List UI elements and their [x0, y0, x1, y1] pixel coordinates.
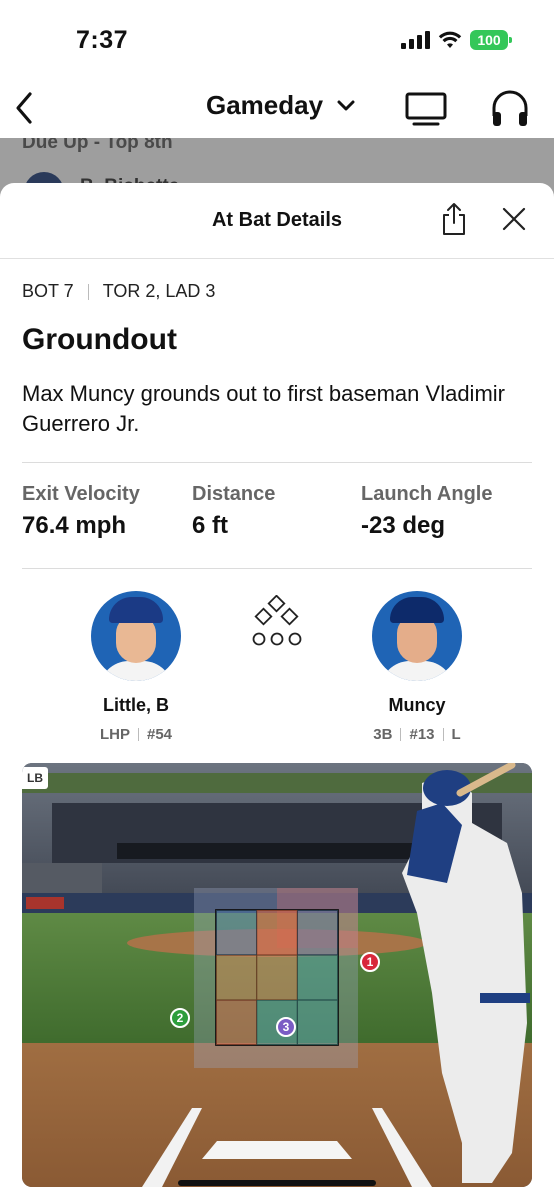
pitch-marker[interactable]: 3 [276, 1017, 296, 1037]
bases-count-icon [252, 595, 302, 646]
signal-icon [401, 31, 430, 49]
batter-meta: 3B #13 L [352, 726, 482, 743]
play-result-title: Groundout [22, 323, 177, 356]
gameday-nav: Gameday [0, 80, 554, 138]
strike-zone-scene: LB 1 2 3 [22, 763, 532, 1187]
wifi-icon [438, 31, 462, 48]
stat-value: 6 ft [192, 512, 228, 539]
stat-exit-velocity: Exit Velocity 76.4 mph [22, 483, 140, 540]
stat-label: Launch Angle [361, 483, 493, 505]
at-bat-details-sheet: At Bat Details BOT 7 TOR 2, LAD 3 Ground… [0, 183, 554, 1200]
pitcher-name: Little, B [103, 695, 169, 715]
inning-score-line: BOT 7 TOR 2, LAD 3 [22, 281, 215, 302]
close-icon[interactable] [500, 205, 528, 233]
inning-label: BOT 7 [22, 281, 74, 301]
divider [22, 568, 532, 569]
sheet-title: At Bat Details [211, 209, 343, 231]
stat-value: -23 deg [361, 512, 446, 539]
pitch-marker[interactable]: 2 [170, 1008, 190, 1028]
batter-bats: L [451, 726, 461, 743]
divider [137, 728, 139, 741]
pitcher-meta: LHP #54 [71, 726, 201, 743]
share-icon[interactable] [440, 201, 468, 237]
divider [442, 728, 444, 741]
tv-icon[interactable] [404, 88, 448, 128]
batter-number: #13 [409, 726, 435, 743]
nav-title[interactable]: Gameday [206, 90, 355, 121]
score-label: TOR 2, LAD 3 [102, 281, 216, 301]
home-indicator[interactable] [178, 1180, 376, 1186]
batter-card[interactable]: Muncy 3B #13 L [352, 591, 482, 743]
chevron-down-icon [337, 100, 355, 110]
pitcher-card[interactable]: Little, B LHP #54 [71, 591, 201, 743]
stat-launch-angle: Launch Angle -23 deg [361, 483, 492, 540]
status-time: 7:37 [76, 26, 129, 54]
avatar [372, 591, 462, 681]
nav-title-label: Gameday [206, 90, 324, 120]
headphones-icon[interactable] [488, 86, 532, 130]
avatar [91, 591, 181, 681]
stat-value: 76.4 mph [22, 512, 127, 539]
divider [87, 283, 89, 300]
play-description: Max Muncy grounds out to first baseman V… [22, 381, 505, 436]
batter-position: 3B [373, 726, 393, 743]
due-up-header: Due Up - Top 8th [22, 138, 173, 153]
stat-distance: Distance 6 ft [192, 483, 275, 540]
divider [22, 462, 532, 463]
pitcher-position: LHP [99, 726, 130, 743]
status-bar: 7:37 100 [0, 0, 554, 80]
stadium-illustration [22, 763, 532, 1187]
sheet-header: At Bat Details [0, 183, 554, 259]
status-icons: 100 [401, 30, 512, 50]
batter-name: Muncy [388, 695, 446, 715]
chevron-left-icon[interactable] [10, 88, 40, 128]
scene-label: LB [22, 767, 48, 789]
stat-label: Exit Velocity [22, 483, 140, 505]
pitch-marker[interactable]: 1 [360, 952, 380, 972]
battery-icon: 100 [470, 30, 512, 50]
divider [400, 728, 402, 741]
stat-label: Distance [192, 483, 276, 505]
pitcher-number: #54 [146, 726, 173, 743]
